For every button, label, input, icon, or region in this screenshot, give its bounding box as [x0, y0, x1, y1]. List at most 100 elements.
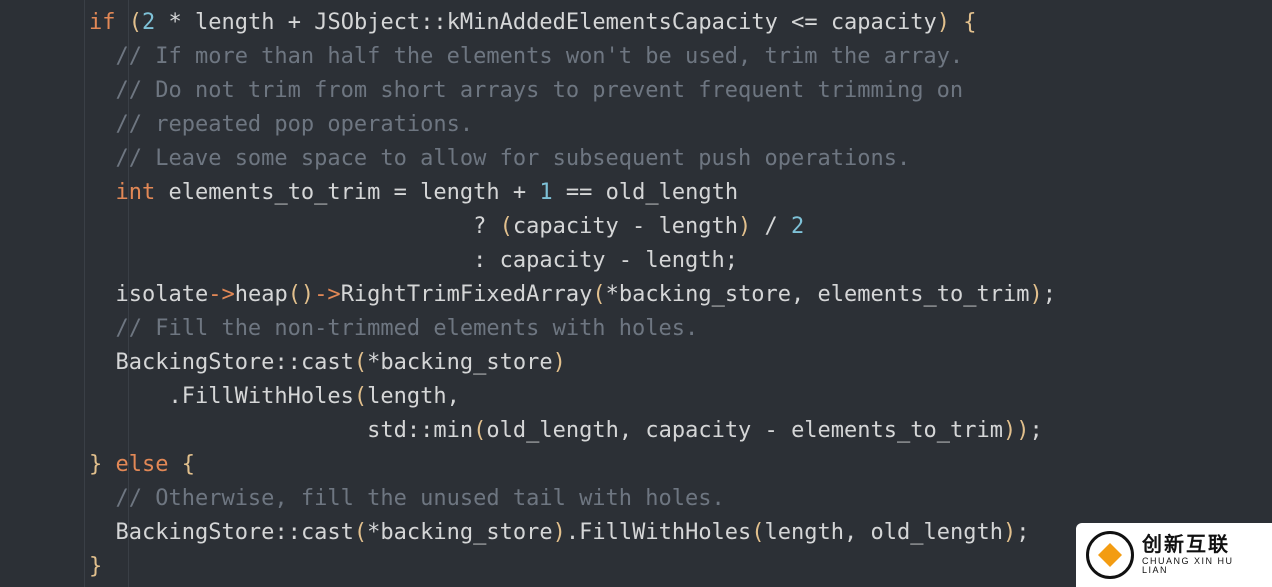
code-token: capacity: [831, 10, 937, 35]
code-token: ?: [473, 214, 500, 239]
code-token: length: [367, 384, 446, 409]
indent-guide: [84, 0, 85, 587]
code-token: (: [500, 214, 513, 239]
code-token: old_length: [486, 418, 618, 443]
code-token: BackingStore: [115, 520, 274, 545]
code-token: std: [367, 418, 407, 443]
code-token: .: [168, 384, 181, 409]
code-token: length: [645, 248, 724, 273]
code-token: isolate: [115, 282, 208, 307]
code-token: ): [1003, 520, 1016, 545]
code-token: backing_store: [380, 520, 552, 545]
code-token: -: [619, 214, 659, 239]
code-token: {: [963, 10, 976, 35]
code-token: *: [367, 520, 380, 545]
code-token: <=: [778, 10, 831, 35]
code-token: capacity: [500, 248, 606, 273]
code-token: -: [606, 248, 646, 273]
code-token: 1: [539, 180, 552, 205]
code-token: heap: [235, 282, 288, 307]
code-token: RightTrimFixedArray: [341, 282, 593, 307]
code-token: JSObject: [314, 10, 420, 35]
code-token: BackingStore: [115, 350, 274, 375]
code-token: ): [738, 214, 751, 239]
code-token: backing_store: [619, 282, 791, 307]
code-token: ::: [274, 350, 301, 375]
code-token: (: [751, 520, 764, 545]
code-token: *: [155, 10, 195, 35]
code-token: length: [659, 214, 738, 239]
code-token: if: [89, 10, 116, 35]
code-token: length: [765, 520, 844, 545]
code-token: length: [420, 180, 499, 205]
code-token: ;: [1016, 520, 1029, 545]
code-token: cast: [301, 350, 354, 375]
code-token: 2: [791, 214, 804, 239]
code-token: capacity: [513, 214, 619, 239]
code-token: FillWithHoles: [579, 520, 751, 545]
code-token: ==: [553, 180, 606, 205]
code-token: (): [288, 282, 315, 307]
code-token: ::: [420, 10, 447, 35]
watermark-badge: 创新互联 CHUANG XIN HU LIAN: [1076, 523, 1272, 587]
code-token: ): [553, 520, 566, 545]
code-token: (: [473, 418, 486, 443]
code-token: ): [937, 10, 950, 35]
code-token: length: [195, 10, 274, 35]
code-token: }: [89, 554, 102, 579]
code-token: kMinAddedElementsCapacity: [447, 10, 778, 35]
code-token: ): [1029, 282, 1042, 307]
code-token: ;: [1029, 418, 1042, 443]
code-token: // If more than half the elements won't …: [115, 44, 963, 69]
code-token: ,: [791, 282, 818, 307]
indent-guide: [128, 0, 129, 587]
code-token: /: [751, 214, 791, 239]
code-token: :: [473, 248, 500, 273]
watermark-en: CHUANG XIN HU LIAN: [1142, 557, 1262, 575]
code-token: (: [354, 520, 367, 545]
code-token: ,: [844, 520, 871, 545]
code-token: ->: [314, 282, 341, 307]
code-token: +: [500, 180, 540, 205]
code-token: =: [380, 180, 420, 205]
code-token: *: [367, 350, 380, 375]
code-token: old_length: [606, 180, 738, 205]
code-token: [115, 10, 128, 35]
code-token: elements_to_trim: [818, 282, 1030, 307]
code-token: ->: [208, 282, 235, 307]
code-token: cast: [301, 520, 354, 545]
code-token: {: [182, 452, 195, 477]
code-token: (: [592, 282, 605, 307]
code-token: ,: [619, 418, 646, 443]
code-token: .: [566, 520, 579, 545]
code-block: if (2 * length + JSObject::kMinAddedElem…: [0, 0, 1272, 584]
code-token: // Leave some space to allow for subsequ…: [115, 146, 910, 171]
code-token: ;: [1043, 282, 1056, 307]
code-editor-viewport: if (2 * length + JSObject::kMinAddedElem…: [0, 0, 1272, 587]
code-token: (: [354, 350, 367, 375]
code-token: ): [553, 350, 566, 375]
watermark-text: 创新互联 CHUANG XIN HU LIAN: [1142, 535, 1262, 575]
code-token: [155, 180, 168, 205]
code-token: // repeated pop operations.: [115, 112, 473, 137]
code-token: elements_to_trim: [168, 180, 380, 205]
code-token: [168, 452, 181, 477]
code-token: ,: [447, 384, 460, 409]
code-token: }: [89, 452, 102, 477]
code-token: elements_to_trim: [791, 418, 1003, 443]
code-token: ::: [274, 520, 301, 545]
code-token: ;: [725, 248, 738, 273]
code-token: (: [354, 384, 367, 409]
watermark-logo-icon: [1086, 531, 1134, 579]
code-token: 2: [142, 10, 155, 35]
code-token: capacity: [645, 418, 751, 443]
code-token: *: [606, 282, 619, 307]
code-token: ::: [407, 418, 434, 443]
code-token: old_length: [871, 520, 1003, 545]
watermark-cn: 创新互联: [1142, 535, 1262, 555]
code-token: else: [115, 452, 168, 477]
code-token: [950, 10, 963, 35]
code-token: )): [1003, 418, 1030, 443]
code-token: // Otherwise, fill the unused tail with …: [115, 486, 724, 511]
code-token: +: [274, 10, 314, 35]
